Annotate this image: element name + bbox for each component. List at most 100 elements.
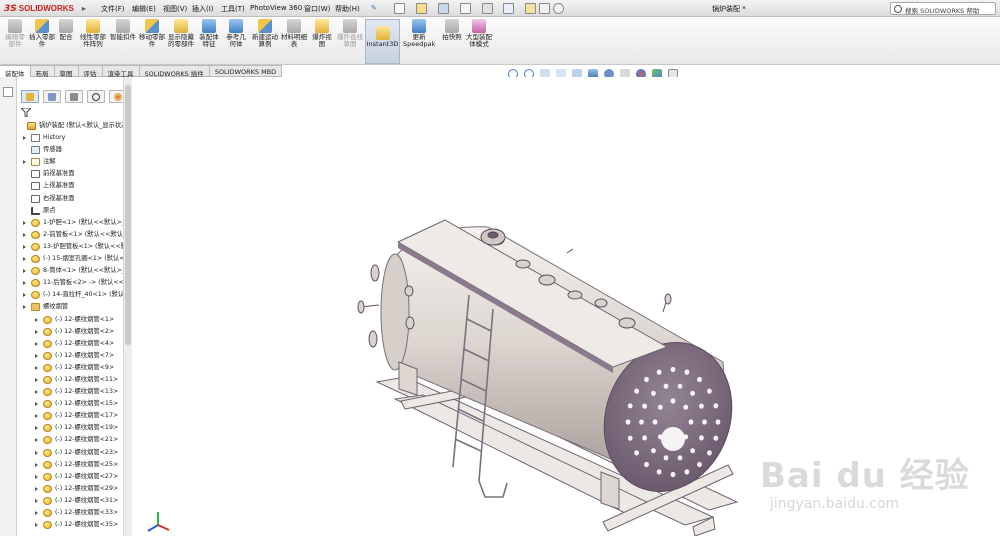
- dimxpert-manager-tab[interactable]: [87, 90, 105, 103]
- expand-arrow-icon[interactable]: [23, 269, 26, 274]
- update-speedpak-button[interactable]: 更新Speedpak: [403, 19, 435, 48]
- explode-line-sketch-button[interactable]: 爆炸直线草图: [337, 19, 363, 48]
- menu-tools[interactable]: 工具(T): [221, 4, 245, 14]
- tree-node[interactable]: 前视基准面: [17, 168, 123, 180]
- tree-node[interactable]: History: [17, 132, 123, 144]
- tree-node[interactable]: 上视基准面: [17, 180, 123, 192]
- feature-tree-tab[interactable]: [21, 90, 39, 103]
- tab-solidworks-addins[interactable]: SOLIDWORKS 插件: [139, 65, 210, 78]
- snapshot-button[interactable]: 拍快照: [440, 19, 464, 41]
- new-motion-study-button[interactable]: 新建运动算例: [252, 19, 278, 48]
- expand-arrow-icon[interactable]: [35, 402, 38, 407]
- expand-arrow-icon[interactable]: [35, 329, 38, 334]
- large-assembly-button[interactable]: 大型装配体模式: [466, 19, 492, 48]
- tree-node[interactable]: (-) 12-螺纹烟管<2>: [17, 326, 123, 338]
- linear-pattern-button[interactable]: 线性零部件阵列: [78, 19, 108, 48]
- tree-node[interactable]: (-) 12-螺纹烟管<1>: [17, 314, 123, 326]
- configuration-manager-tab[interactable]: [65, 90, 83, 103]
- tree-node[interactable]: 8-筒体<1> (默认<<默认>_显示状态 1>): [17, 265, 123, 277]
- tree-node[interactable]: (-) 12-螺纹烟管<29>: [17, 483, 123, 495]
- feature-tree-scrollbar[interactable]: [123, 77, 132, 536]
- file-properties-icon[interactable]: [539, 3, 550, 14]
- tree-node[interactable]: (-) 15-烟室孔圈<1> (默认<<默认>_显示状态 1>): [17, 253, 123, 265]
- tree-node[interactable]: 右视基准面: [17, 193, 123, 205]
- expand-arrow-icon[interactable]: [35, 498, 38, 503]
- tree-node[interactable]: 2-前管板<1> (默认<<默认>_显示状态 1>): [17, 229, 123, 241]
- menu-edit[interactable]: 编辑(E): [132, 4, 156, 14]
- menu-view[interactable]: 视图(V): [163, 4, 187, 14]
- assembly-features-button[interactable]: 装配体特征: [197, 19, 221, 48]
- expand-arrow-icon[interactable]: [35, 317, 38, 322]
- menu-insert[interactable]: 插入(I): [192, 4, 214, 14]
- smart-fasteners-button[interactable]: 智能扣件: [110, 19, 136, 41]
- tree-node[interactable]: (-) 12-螺纹烟管<35>: [17, 519, 123, 531]
- open-icon[interactable]: [416, 3, 427, 14]
- menu-expand-icon[interactable]: ▸: [82, 4, 86, 13]
- solidworks-logo[interactable]: 3S SOLIDWORKS ▸: [4, 2, 86, 15]
- tree-node[interactable]: (-) 12-螺纹烟管<33>: [17, 507, 123, 519]
- edit-component-button[interactable]: 编辑零部件: [3, 19, 27, 48]
- expand-arrow-icon[interactable]: [35, 377, 38, 382]
- undo-icon[interactable]: [482, 3, 493, 14]
- tab-solidworks-mbd[interactable]: SOLIDWORKS MBD: [209, 65, 283, 77]
- pin-icon[interactable]: ✎: [371, 4, 377, 12]
- select-icon[interactable]: [503, 3, 514, 14]
- instant3d-button[interactable]: Instant3D: [365, 19, 400, 64]
- menu-window[interactable]: 窗口(W): [304, 4, 330, 14]
- tree-node[interactable]: (-) 12-螺纹烟管<4>: [17, 338, 123, 350]
- tab-assembly[interactable]: 装配体: [0, 65, 31, 78]
- exploded-view-button[interactable]: 爆炸视图: [310, 19, 334, 48]
- menu-photoview[interactable]: PhotoView 360: [250, 4, 302, 12]
- expand-arrow-icon[interactable]: [35, 511, 38, 515]
- tree-node[interactable]: 1-炉胆<1> (默认<<默认>_显示状态 1>): [17, 217, 123, 229]
- menu-help[interactable]: 帮助(H): [335, 4, 360, 14]
- tab-sketch[interactable]: 草图: [54, 65, 79, 78]
- filter-icon[interactable]: [21, 108, 31, 117]
- tree-node[interactable]: 注解: [17, 156, 123, 168]
- tab-render-tools[interactable]: 渲染工具: [102, 65, 140, 78]
- tree-node[interactable]: 13-炉胆管板<1> (默认<<默认>_显示状态 1>): [17, 241, 123, 253]
- tree-node[interactable]: (-) 12-螺纹烟管<31>: [17, 495, 123, 507]
- new-document-icon[interactable]: [394, 3, 405, 14]
- show-hidden-button[interactable]: 显示隐藏的零部件: [168, 19, 194, 48]
- expand-arrow-icon[interactable]: [35, 414, 38, 419]
- print-icon[interactable]: [460, 3, 471, 14]
- tab-layout[interactable]: 布局: [30, 65, 55, 78]
- help-search-input[interactable]: 搜索 SOLIDWORKS 帮助: [890, 2, 996, 15]
- tree-node[interactable]: (-) 12-螺纹烟管<11>: [17, 374, 123, 386]
- tree-node[interactable]: (-) 12-螺纹烟管<23>: [17, 447, 123, 459]
- expand-arrow-icon[interactable]: [35, 365, 38, 370]
- tree-node[interactable]: (-) 12-螺纹烟管<21>: [17, 434, 123, 446]
- tree-node[interactable]: (-) 12-螺纹烟管<19>: [17, 422, 123, 434]
- lifting-lug[interactable]: [480, 228, 506, 246]
- expand-arrow-icon[interactable]: [35, 353, 38, 358]
- menu-file[interactable]: 文件(F): [101, 4, 125, 14]
- tree-node[interactable]: (-) 12-螺纹烟管<17>: [17, 410, 123, 422]
- tree-node[interactable]: 11-后管板<2> -> (默认<<默认>_显示状态 1>): [17, 277, 123, 289]
- expand-arrow-icon[interactable]: [23, 305, 26, 310]
- tree-node[interactable]: (-) 12-螺纹烟管<9>: [17, 362, 123, 374]
- tree-root-node[interactable]: 锅炉装配 (默认<默认_显示状态-1>): [17, 120, 123, 132]
- tree-node[interactable]: 传感器: [17, 144, 123, 156]
- move-component-button[interactable]: 移动零部件: [138, 19, 166, 48]
- expand-arrow-icon[interactable]: [35, 523, 38, 528]
- scrollbar-thumb[interactable]: [125, 85, 131, 345]
- expand-arrow-icon[interactable]: [35, 390, 38, 395]
- expand-arrow-icon[interactable]: [23, 220, 26, 225]
- reference-geometry-button[interactable]: 参考几何体: [224, 19, 248, 48]
- expand-arrow-icon[interactable]: [23, 293, 26, 298]
- expand-arrow-icon[interactable]: [35, 426, 38, 431]
- expand-arrow-icon[interactable]: [35, 341, 38, 346]
- tree-node[interactable]: 原点: [17, 205, 123, 217]
- tree-node[interactable]: (-) 12-螺纹烟管<15>: [17, 398, 123, 410]
- expand-arrow-icon[interactable]: [35, 438, 38, 443]
- tab-evaluate[interactable]: 评估: [78, 65, 103, 78]
- expand-arrow-icon[interactable]: [35, 462, 38, 467]
- rebuild-icon[interactable]: [525, 3, 536, 14]
- pin-panel-icon[interactable]: [3, 87, 13, 97]
- tree-node[interactable]: (-) 12-螺纹烟管<27>: [17, 471, 123, 483]
- tree-node[interactable]: (-) 12-螺纹烟管<25>: [17, 459, 123, 471]
- expand-arrow-icon[interactable]: [23, 281, 26, 286]
- save-icon[interactable]: [438, 3, 449, 14]
- bom-button[interactable]: 材料明细表: [281, 19, 307, 48]
